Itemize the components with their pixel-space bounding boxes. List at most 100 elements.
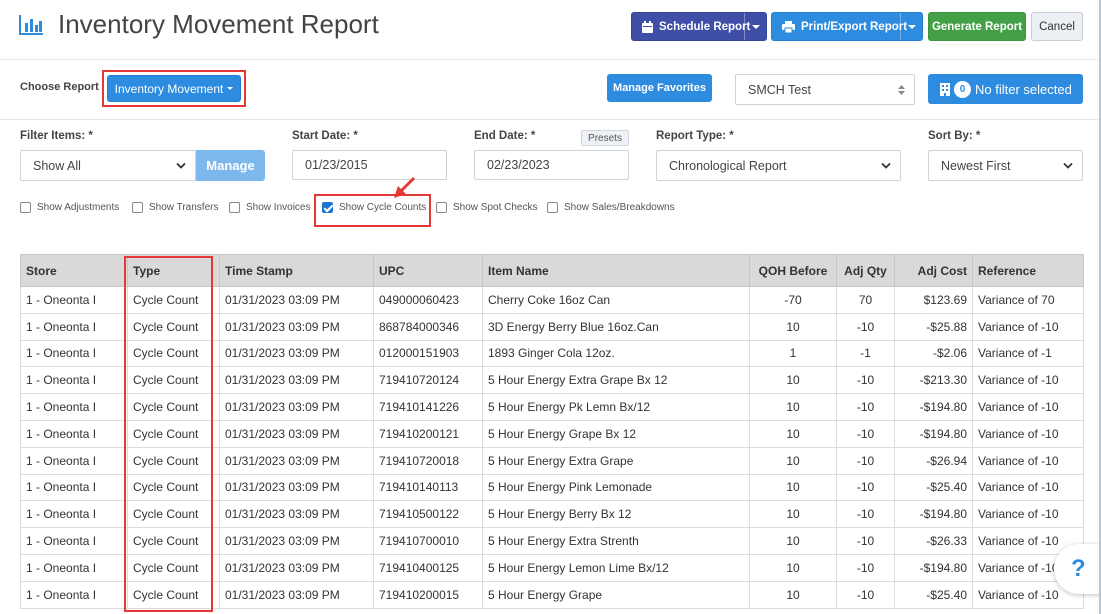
cell-adj-qty: -10 bbox=[836, 446, 895, 475]
filter-items-label: Filter Items: * bbox=[20, 130, 93, 142]
end-date-input[interactable]: 02/23/2023 bbox=[474, 150, 629, 180]
cell-adj-cost: -$26.33 bbox=[894, 527, 973, 555]
cell-reference: Variance of -10 bbox=[972, 446, 1084, 475]
generate-report-button[interactable]: Generate Report bbox=[928, 12, 1026, 41]
cell-time-stamp: 01/31/2023 03:09 PM bbox=[219, 500, 374, 529]
printer-icon bbox=[782, 20, 795, 33]
report-dropdown-label: Inventory Movement bbox=[114, 81, 224, 96]
cell-adj-qty: -10 bbox=[836, 527, 895, 555]
cell-reference: Variance of 70 bbox=[972, 286, 1084, 314]
cell-adj-qty: -10 bbox=[836, 580, 895, 609]
cell-upc: 049000060423 bbox=[373, 286, 483, 314]
cell-qoh-before: 10 bbox=[749, 500, 837, 529]
report-type-dropdown-button[interactable]: Inventory Movement bbox=[107, 75, 241, 102]
cell-time-stamp: 01/31/2023 03:09 PM bbox=[219, 286, 374, 314]
building-icon bbox=[940, 82, 950, 96]
chevron-down-icon bbox=[1063, 162, 1073, 169]
cell-time-stamp: 01/31/2023 03:09 PM bbox=[219, 527, 374, 555]
column-header-upc[interactable]: UPC bbox=[373, 254, 483, 287]
checkbox-box[interactable] bbox=[547, 202, 558, 213]
cell-upc: 719410720124 bbox=[373, 366, 483, 395]
cell-qoh-before: 10 bbox=[749, 473, 837, 502]
checkbox-label: Show Invoices bbox=[246, 202, 311, 213]
cell-item-name: 3D Energy Berry Blue 16oz.Can bbox=[482, 312, 750, 341]
cell-store: 1 - Oneonta I bbox=[20, 553, 128, 582]
cell-store: 1 - Oneonta I bbox=[20, 419, 128, 448]
bar-chart-icon bbox=[19, 15, 43, 35]
presets-button[interactable]: Presets bbox=[581, 130, 629, 146]
cell-item-name: 5 Hour Energy Pk Lemn Bx/12 bbox=[482, 393, 750, 421]
sort-by-label: Sort By: * bbox=[928, 130, 981, 142]
column-header-time-stamp[interactable]: Time Stamp bbox=[219, 254, 374, 287]
column-header-adj-cost[interactable]: Adj Cost bbox=[894, 254, 973, 287]
cell-adj-cost: -$2.06 bbox=[894, 339, 973, 368]
updown-arrow-icon bbox=[898, 84, 905, 95]
checkbox-box[interactable] bbox=[229, 202, 240, 213]
cell-upc: 719410200015 bbox=[373, 580, 483, 609]
cell-item-name: Cherry Coke 16oz Can bbox=[482, 286, 750, 314]
cell-item-name: 5 Hour Energy Grape bbox=[482, 580, 750, 609]
cell-adj-qty: -10 bbox=[836, 366, 895, 395]
cell-upc: 868784000346 bbox=[373, 312, 483, 341]
store-filter-button[interactable]: 0 No filter selected bbox=[928, 74, 1083, 104]
cell-item-name: 5 Hour Energy Berry Bx 12 bbox=[482, 500, 750, 529]
column-header-qoh-before[interactable]: QOH Before bbox=[749, 254, 837, 287]
schedule-report-button[interactable]: Schedule Report bbox=[631, 12, 767, 41]
cell-store: 1 - Oneonta I bbox=[20, 580, 128, 609]
checkbox-box[interactable] bbox=[436, 202, 447, 213]
show-transfers-checkbox[interactable]: Show Transfers bbox=[132, 202, 218, 213]
end-date-value: 02/23/2023 bbox=[487, 158, 550, 172]
column-header-adj-qty[interactable]: Adj Qty bbox=[836, 254, 895, 287]
cell-store: 1 - Oneonta I bbox=[20, 366, 128, 395]
column-header-item-name[interactable]: Item Name bbox=[482, 254, 750, 287]
cell-item-name: 1893 Ginger Cola 12oz. bbox=[482, 339, 750, 368]
checkbox-label: Show Sales/Breakdowns bbox=[564, 202, 675, 213]
highlight-box-type-column bbox=[124, 256, 213, 612]
cell-time-stamp: 01/31/2023 03:09 PM bbox=[219, 473, 374, 502]
print-export-button[interactable]: Print/Export Report bbox=[771, 12, 923, 41]
cell-qoh-before: 10 bbox=[749, 419, 837, 448]
cell-time-stamp: 01/31/2023 03:09 PM bbox=[219, 446, 374, 475]
sort-by-select[interactable]: Newest First bbox=[928, 150, 1083, 181]
start-date-input[interactable]: 01/23/2015 bbox=[292, 150, 447, 180]
cell-adj-qty: -1 bbox=[836, 339, 895, 368]
show-invoices-checkbox[interactable]: Show Invoices bbox=[229, 202, 310, 213]
filter-items-select[interactable]: Show All bbox=[20, 150, 196, 181]
caret-down-icon bbox=[227, 87, 234, 90]
cell-reference: Variance of -1 bbox=[972, 339, 1084, 368]
column-header-reference[interactable]: Reference bbox=[972, 254, 1084, 287]
filter-items-value: Show All bbox=[33, 158, 81, 173]
cell-store: 1 - Oneonta I bbox=[20, 446, 128, 475]
cell-qoh-before: 10 bbox=[749, 527, 837, 555]
manage-button[interactable]: Manage bbox=[196, 150, 265, 181]
cell-adj-qty: -10 bbox=[836, 312, 895, 341]
cell-time-stamp: 01/31/2023 03:09 PM bbox=[219, 312, 374, 341]
cell-upc: 719410200121 bbox=[373, 419, 483, 448]
cell-upc: 719410500122 bbox=[373, 500, 483, 529]
cell-upc: 719410700010 bbox=[373, 527, 483, 555]
store-select-value: SMCH Test bbox=[748, 82, 811, 97]
checkbox-box[interactable] bbox=[132, 202, 143, 213]
show-spot-checks-checkbox[interactable]: Show Spot Checks bbox=[436, 202, 538, 213]
help-button[interactable]: ? bbox=[1054, 544, 1099, 594]
show-sales-breakdowns-checkbox[interactable]: Show Sales/Breakdowns bbox=[547, 202, 675, 213]
cancel-button[interactable]: Cancel bbox=[1031, 12, 1083, 41]
show-adjustments-checkbox[interactable]: Show Adjustments bbox=[20, 202, 119, 213]
cell-reference: Variance of -10 bbox=[972, 500, 1084, 529]
print-dropdown-toggle[interactable] bbox=[900, 13, 922, 40]
cell-item-name: 5 Hour Energy Pink Lemonade bbox=[482, 473, 750, 502]
store-select[interactable]: SMCH Test bbox=[735, 74, 915, 105]
schedule-dropdown-toggle[interactable] bbox=[744, 13, 766, 40]
checkbox-box-checked[interactable] bbox=[322, 202, 333, 213]
checkbox-box[interactable] bbox=[20, 202, 31, 213]
cell-store: 1 - Oneonta I bbox=[20, 286, 128, 314]
cell-reference: Variance of -10 bbox=[972, 419, 1084, 448]
divider bbox=[0, 119, 1099, 120]
manage-favorites-button[interactable]: Manage Favorites bbox=[607, 74, 712, 102]
report-type-select[interactable]: Chronological Report bbox=[656, 150, 901, 181]
choose-report-label: Choose Report bbox=[20, 81, 99, 93]
cell-adj-cost: -$194.80 bbox=[894, 500, 973, 529]
column-header-store[interactable]: Store bbox=[20, 254, 128, 287]
cell-qoh-before: 10 bbox=[749, 553, 837, 582]
show-cycle-counts-checkbox[interactable]: Show Cycle Counts bbox=[322, 202, 426, 213]
